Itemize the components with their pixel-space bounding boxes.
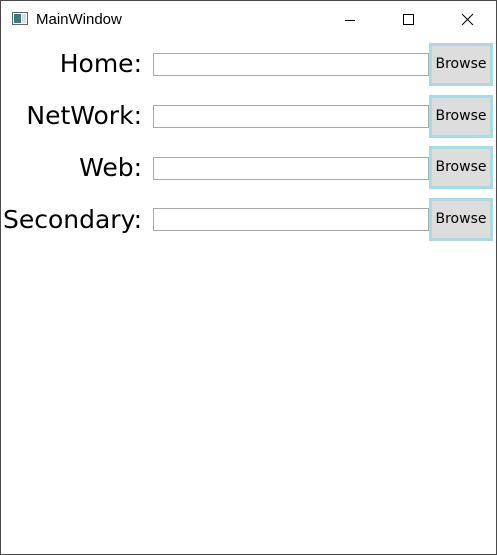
secondary-label: Secondary: bbox=[2, 205, 142, 234]
home-path-input[interactable] bbox=[153, 53, 429, 76]
main-window: MainWindow Home: Browse NetWork: Browse … bbox=[0, 0, 497, 555]
secondary-path-input[interactable] bbox=[153, 208, 429, 231]
maximize-icon bbox=[403, 14, 414, 25]
close-icon bbox=[461, 13, 474, 26]
secondary-browse-button[interactable]: Browse bbox=[429, 198, 493, 241]
web-label: Web: bbox=[79, 153, 142, 182]
web-browse-button[interactable]: Browse bbox=[429, 146, 493, 189]
home-label: Home: bbox=[59, 49, 142, 78]
home-browse-button[interactable]: Browse bbox=[429, 43, 493, 86]
network-path-input[interactable] bbox=[153, 105, 429, 128]
web-path-input[interactable] bbox=[153, 157, 429, 180]
window-title: MainWindow bbox=[36, 11, 122, 28]
title-bar[interactable]: MainWindow bbox=[1, 1, 496, 37]
close-button[interactable] bbox=[438, 1, 496, 37]
minimize-icon bbox=[345, 20, 355, 21]
maximize-button[interactable] bbox=[379, 1, 437, 37]
network-label: NetWork: bbox=[26, 101, 142, 130]
network-browse-button[interactable]: Browse bbox=[429, 95, 493, 138]
minimize-button[interactable] bbox=[321, 1, 379, 37]
window-app-icon bbox=[12, 12, 28, 25]
